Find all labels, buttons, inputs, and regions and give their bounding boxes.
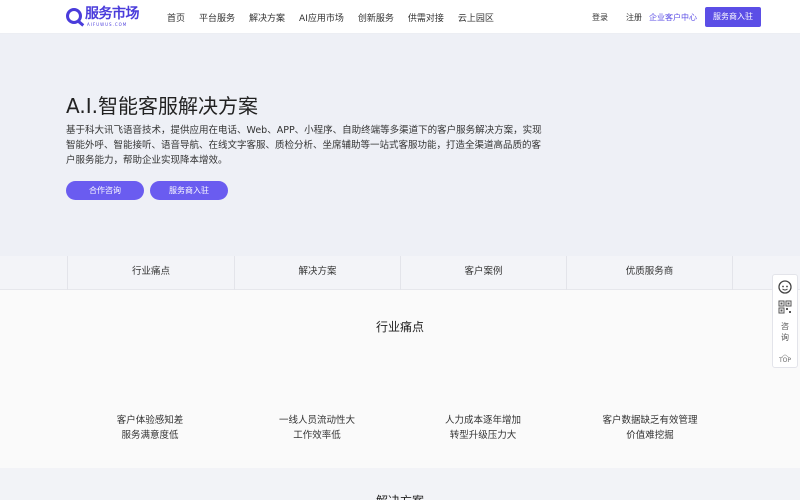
pain-point-line: 客户数据缺乏有效管理 — [602, 415, 698, 426]
nav-item-cloud-park[interactable]: 云上园区 — [458, 11, 494, 24]
section-title: 行业痛点 — [375, 320, 424, 334]
top-label: TOP — [778, 357, 791, 364]
nav-item-home[interactable]: 首页 — [167, 11, 185, 24]
pain-point-line: 一线人员流动性大 — [278, 415, 355, 426]
customer-service-icon[interactable] — [773, 278, 797, 298]
tab-customer-cases[interactable]: 客户案例 — [400, 256, 566, 290]
pain-point-line: 客户体验感知差 — [116, 415, 184, 426]
tab-pain-points[interactable]: 行业痛点 — [67, 256, 234, 290]
logo-text: 服务市场 — [85, 6, 140, 22]
top-header: 服务市场 AIFUWUS.COM 首页 平台服务 解决方案 AI应用市场 创新服… — [0, 0, 800, 34]
pain-point-item: 客户体验感知差 服务满意度低 — [65, 413, 235, 443]
header-actions: 登录 注册 企业客户中心 服务商入驻 — [592, 0, 800, 34]
nav-item-innovation-services[interactable]: 创新服务 — [358, 11, 394, 24]
hero-join-provider-button[interactable]: 服务商入驻 — [150, 181, 228, 200]
nav-item-supply-demand[interactable]: 供需对接 — [408, 11, 444, 24]
section-tabs: 行业痛点 解决方案 客户案例 优质服务商 — [0, 256, 800, 290]
hero-title: A.I.智能客服解决方案 — [66, 94, 258, 118]
hero-description: 基于科大讯飞语音技术，提供应用在电话、Web、APP、小程序、自助终端等多渠道下… — [66, 125, 542, 166]
pain-point-line: 服务满意度低 — [121, 430, 179, 441]
pain-points-section: 行业痛点 客户体验感知差 服务满意度低 一线人员流动性大 工作效率低 人力成本逐… — [0, 290, 800, 468]
main-nav: 首页 平台服务 解决方案 AI应用市场 创新服务 供需对接 云上园区 — [160, 0, 501, 34]
consult-label: 咨询 — [781, 322, 789, 342]
pain-point-line: 工作效率低 — [293, 430, 341, 441]
pain-point-line: 价值难挖掘 — [626, 430, 674, 441]
section-title: 解决方案 — [0, 492, 800, 500]
consult-button[interactable]: 合作咨询 — [66, 181, 144, 200]
logo[interactable]: 服务市场 AIFUWUS.COM — [66, 6, 140, 28]
pain-point-item: 一线人员流动性大 工作效率低 — [232, 413, 402, 443]
qr-code-icon[interactable] — [773, 299, 797, 317]
hero-banner: A.I.智能客服解决方案 基于科大讯飞语音技术，提供应用在电话、Web、APP、… — [0, 34, 800, 256]
join-provider-button[interactable]: 服务商入驻 — [705, 7, 761, 27]
pain-point-item: 客户数据缺乏有效管理 价值难挖掘 — [565, 413, 735, 443]
customer-center-link[interactable]: 企业客户中心 — [649, 12, 697, 23]
pain-point-line: 转型升级压力大 — [449, 430, 517, 441]
consult-float-button[interactable]: 咨询 — [773, 321, 797, 347]
tab-quality-providers[interactable]: 优质服务商 — [566, 256, 733, 290]
solutions-section: 解决方案 — [0, 468, 800, 500]
register-link[interactable]: 注册 — [626, 12, 642, 23]
logo-q-icon — [66, 8, 82, 24]
back-to-top-button[interactable]: ︿ TOP — [773, 351, 797, 367]
nav-item-solutions[interactable]: 解决方案 — [249, 11, 285, 24]
pain-point-line: 人力成本逐年增加 — [444, 415, 521, 426]
floating-toolbar: 咨询 ︿ TOP — [772, 274, 798, 368]
nav-item-ai-app-market[interactable]: AI应用市场 — [299, 11, 344, 24]
pain-point-item: 人力成本逐年增加 转型升级压力大 — [398, 413, 568, 443]
login-link[interactable]: 登录 — [592, 12, 608, 23]
nav-item-platform-services[interactable]: 平台服务 — [199, 11, 235, 24]
logo-subtext: AIFUWUS.COM — [87, 22, 128, 27]
tab-solutions[interactable]: 解决方案 — [234, 256, 400, 290]
